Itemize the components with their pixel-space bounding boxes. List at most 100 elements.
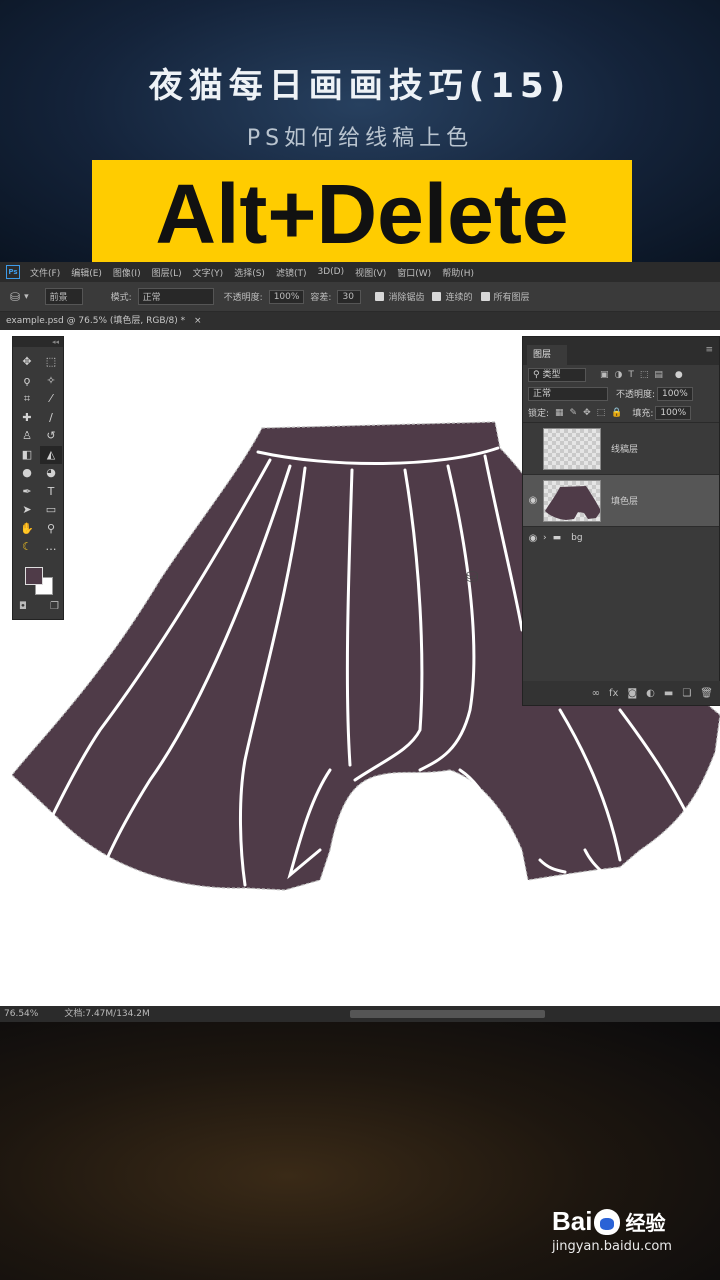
mouse-cursor-icon: ⛁ <box>466 568 479 586</box>
fill-label: 填充: <box>632 409 654 419</box>
add-mask-icon[interactable]: ◙ <box>627 688 637 699</box>
watermark-brand: Bai <box>552 1206 593 1236</box>
more-tools-icon[interactable]: … <box>40 538 62 557</box>
eraser-tool-icon[interactable]: ◧ <box>16 446 38 465</box>
layer-row-selected[interactable]: ◉ 填色层 <box>523 475 719 527</box>
filter-toggle[interactable]: ● <box>675 370 683 380</box>
blur-tool-icon[interactable]: ● <box>16 464 38 483</box>
dodge-tool-icon[interactable]: ◕ <box>40 464 62 483</box>
menu-edit[interactable]: 编辑(E) <box>71 266 102 279</box>
menu-view[interactable]: 视图(V) <box>355 266 386 279</box>
menu-bar: Ps 文件(F) 编辑(E) 图像(I) 图层(L) 文字(Y) 选择(S) 滤… <box>0 262 720 282</box>
menu-type[interactable]: 文字(Y) <box>193 266 224 279</box>
fill-field[interactable]: 100% <box>655 405 692 420</box>
layers-tab[interactable]: 图层 <box>527 345 567 365</box>
menu-layer[interactable]: 图层(L) <box>152 266 182 279</box>
healing-brush-icon[interactable]: ✚ <box>16 409 38 428</box>
move-tool-icon[interactable]: ✥ <box>16 353 38 372</box>
clone-stamp-icon[interactable]: ♙ <box>16 427 38 446</box>
group-name[interactable]: bg <box>571 533 582 543</box>
new-group-icon[interactable]: ▬ <box>664 688 673 699</box>
eyedropper-icon[interactable]: ⁄ <box>40 390 62 409</box>
panel-menu-icon[interactable]: ≡ <box>705 345 713 355</box>
layer-opacity-field[interactable]: 100% <box>657 386 693 401</box>
antialias-checkbox[interactable] <box>375 292 385 301</box>
eye-icon[interactable]: ◉ <box>523 495 543 506</box>
document-tab[interactable]: example.psd @ 76.5% (填色层, RGB/8) * <box>6 316 185 326</box>
layer-opacity-label: 不透明度: <box>616 390 656 400</box>
menu-window[interactable]: 窗口(W) <box>397 266 431 279</box>
type-tool-icon[interactable]: T <box>40 483 62 502</box>
tolerance-field[interactable]: 30 <box>337 289 362 304</box>
layers-panel-footer: ∞ fx ◙ ◐ ▬ ❏ 🗑 <box>523 681 720 705</box>
hand-tool-icon[interactable]: ✋ <box>16 520 38 539</box>
filter-icons[interactable]: ▣◑T⬚▤ <box>600 370 669 380</box>
layer-row[interactable]: 线稿层 <box>523 423 719 475</box>
foreground-color-swatch[interactable] <box>25 567 43 585</box>
crop-tool-icon[interactable]: ⌗ <box>16 390 38 409</box>
layer-filter-select[interactable]: ⚲ 类型 <box>528 367 586 382</box>
status-bar: 76.54% 文档:7.47M/134.2M <box>0 1006 720 1022</box>
close-tab-icon[interactable]: × <box>194 316 202 326</box>
tools-panel: ◂◂ ✥ ⬚ ϙ ✧ ⌗ ⁄ ✚ ∕ ♙ ↺ ◧ ◭ ● ◕ ✒ T ➤ ▭ ✋… <box>12 336 64 620</box>
panel-collapse-icon[interactable]: ◂◂ <box>13 337 63 347</box>
path-select-icon[interactable]: ➤ <box>16 501 38 520</box>
photoshop-logo-icon: Ps <box>6 265 20 279</box>
watermark-url: jingyan.baidu.com <box>552 1239 672 1254</box>
video-title: 夜猫每日画画技巧(15) <box>148 66 572 106</box>
shortcut-banner: Alt+Delete <box>92 160 632 268</box>
fx-icon[interactable]: fx <box>609 688 618 699</box>
paint-bucket-tool-icon[interactable]: ◭ <box>40 445 62 464</box>
fill-source-select[interactable]: 前景 <box>44 288 83 305</box>
opacity-label: 不透明度: <box>223 293 263 303</box>
screen-mode-icon[interactable]: ❐ <box>50 601 59 612</box>
menu-file[interactable]: 文件(F) <box>30 266 60 279</box>
banana-edit-icon[interactable]: ☾ <box>16 538 38 557</box>
mode-label: 模式: <box>110 293 132 303</box>
history-brush-icon[interactable]: ↺ <box>40 427 62 446</box>
marquee-tool-icon[interactable]: ⬚ <box>40 353 62 372</box>
menu-filter[interactable]: 滤镜(T) <box>276 266 307 279</box>
horizontal-scrollbar[interactable] <box>350 1010 545 1018</box>
mode-select[interactable]: 正常 <box>137 288 214 305</box>
zoom-readout[interactable]: 76.54% <box>4 1006 38 1022</box>
opacity-field[interactable]: 100% <box>268 289 305 304</box>
magic-wand-icon[interactable]: ✧ <box>40 372 62 391</box>
quick-mask-icon[interactable]: ◘ <box>19 601 27 612</box>
expand-chevron-icon[interactable]: › <box>543 533 547 543</box>
paw-logo-icon <box>594 1208 621 1235</box>
zoom-tool-icon[interactable]: ⚲ <box>40 520 62 539</box>
blend-mode-select[interactable]: 正常 <box>528 386 608 401</box>
layer-thumbnail <box>543 479 601 522</box>
layer-name[interactable]: 线稿层 <box>611 442 638 455</box>
contiguous-checkbox[interactable] <box>432 292 442 301</box>
menu-image[interactable]: 图像(I) <box>113 266 141 279</box>
eye-icon[interactable]: ◉ <box>523 533 543 544</box>
layers-panel: 图层 ≡ ⚲ 类型 ▣◑T⬚▤ ● 正常 不透明度: 100% 锁定: ▦✎✥⬚… <box>522 336 720 706</box>
menu-3d[interactable]: 3D(D) <box>317 267 344 277</box>
antialias-label: 消除锯齿 <box>388 293 425 303</box>
all-layers-label: 所有图层 <box>493 293 530 303</box>
rectangle-tool-icon[interactable]: ▭ <box>40 501 62 520</box>
new-layer-icon[interactable]: ❏ <box>682 688 691 699</box>
tool-options-bar: ⛁ ▾ 前景 模式: 正常 不透明度: 100% 容差: 30 消除锯齿 连续的… <box>0 282 720 312</box>
link-layers-icon[interactable]: ∞ <box>592 688 600 699</box>
all-layers-checkbox[interactable] <box>480 292 490 301</box>
lock-label: 锁定: <box>528 409 550 419</box>
group-row[interactable]: ◉ › ▬ bg <box>523 527 719 549</box>
video-subtitle: PS如何给线稿上色 <box>246 126 474 151</box>
layer-name[interactable]: 填色层 <box>611 494 638 507</box>
watermark-suffix: 经验 <box>625 1213 666 1235</box>
delete-layer-icon[interactable]: 🗑 <box>700 688 713 699</box>
lock-icons[interactable]: ▦✎✥⬚🔒 <box>555 408 628 418</box>
lasso-tool-icon[interactable]: ϙ <box>16 372 38 391</box>
pen-tool-icon[interactable]: ✒ <box>16 483 38 502</box>
tolerance-label: 容差: <box>310 293 332 303</box>
folder-icon: ▬ <box>552 533 562 543</box>
adjustment-layer-icon[interactable]: ◐ <box>646 688 655 699</box>
menu-help[interactable]: 帮助(H) <box>442 266 474 279</box>
menu-select[interactable]: 选择(S) <box>234 266 265 279</box>
brush-tool-icon[interactable]: ∕ <box>40 409 62 428</box>
tool-preset-dropdown[interactable]: ▾ <box>24 292 29 302</box>
paint-bucket-icon[interactable]: ⛁ <box>10 290 20 304</box>
